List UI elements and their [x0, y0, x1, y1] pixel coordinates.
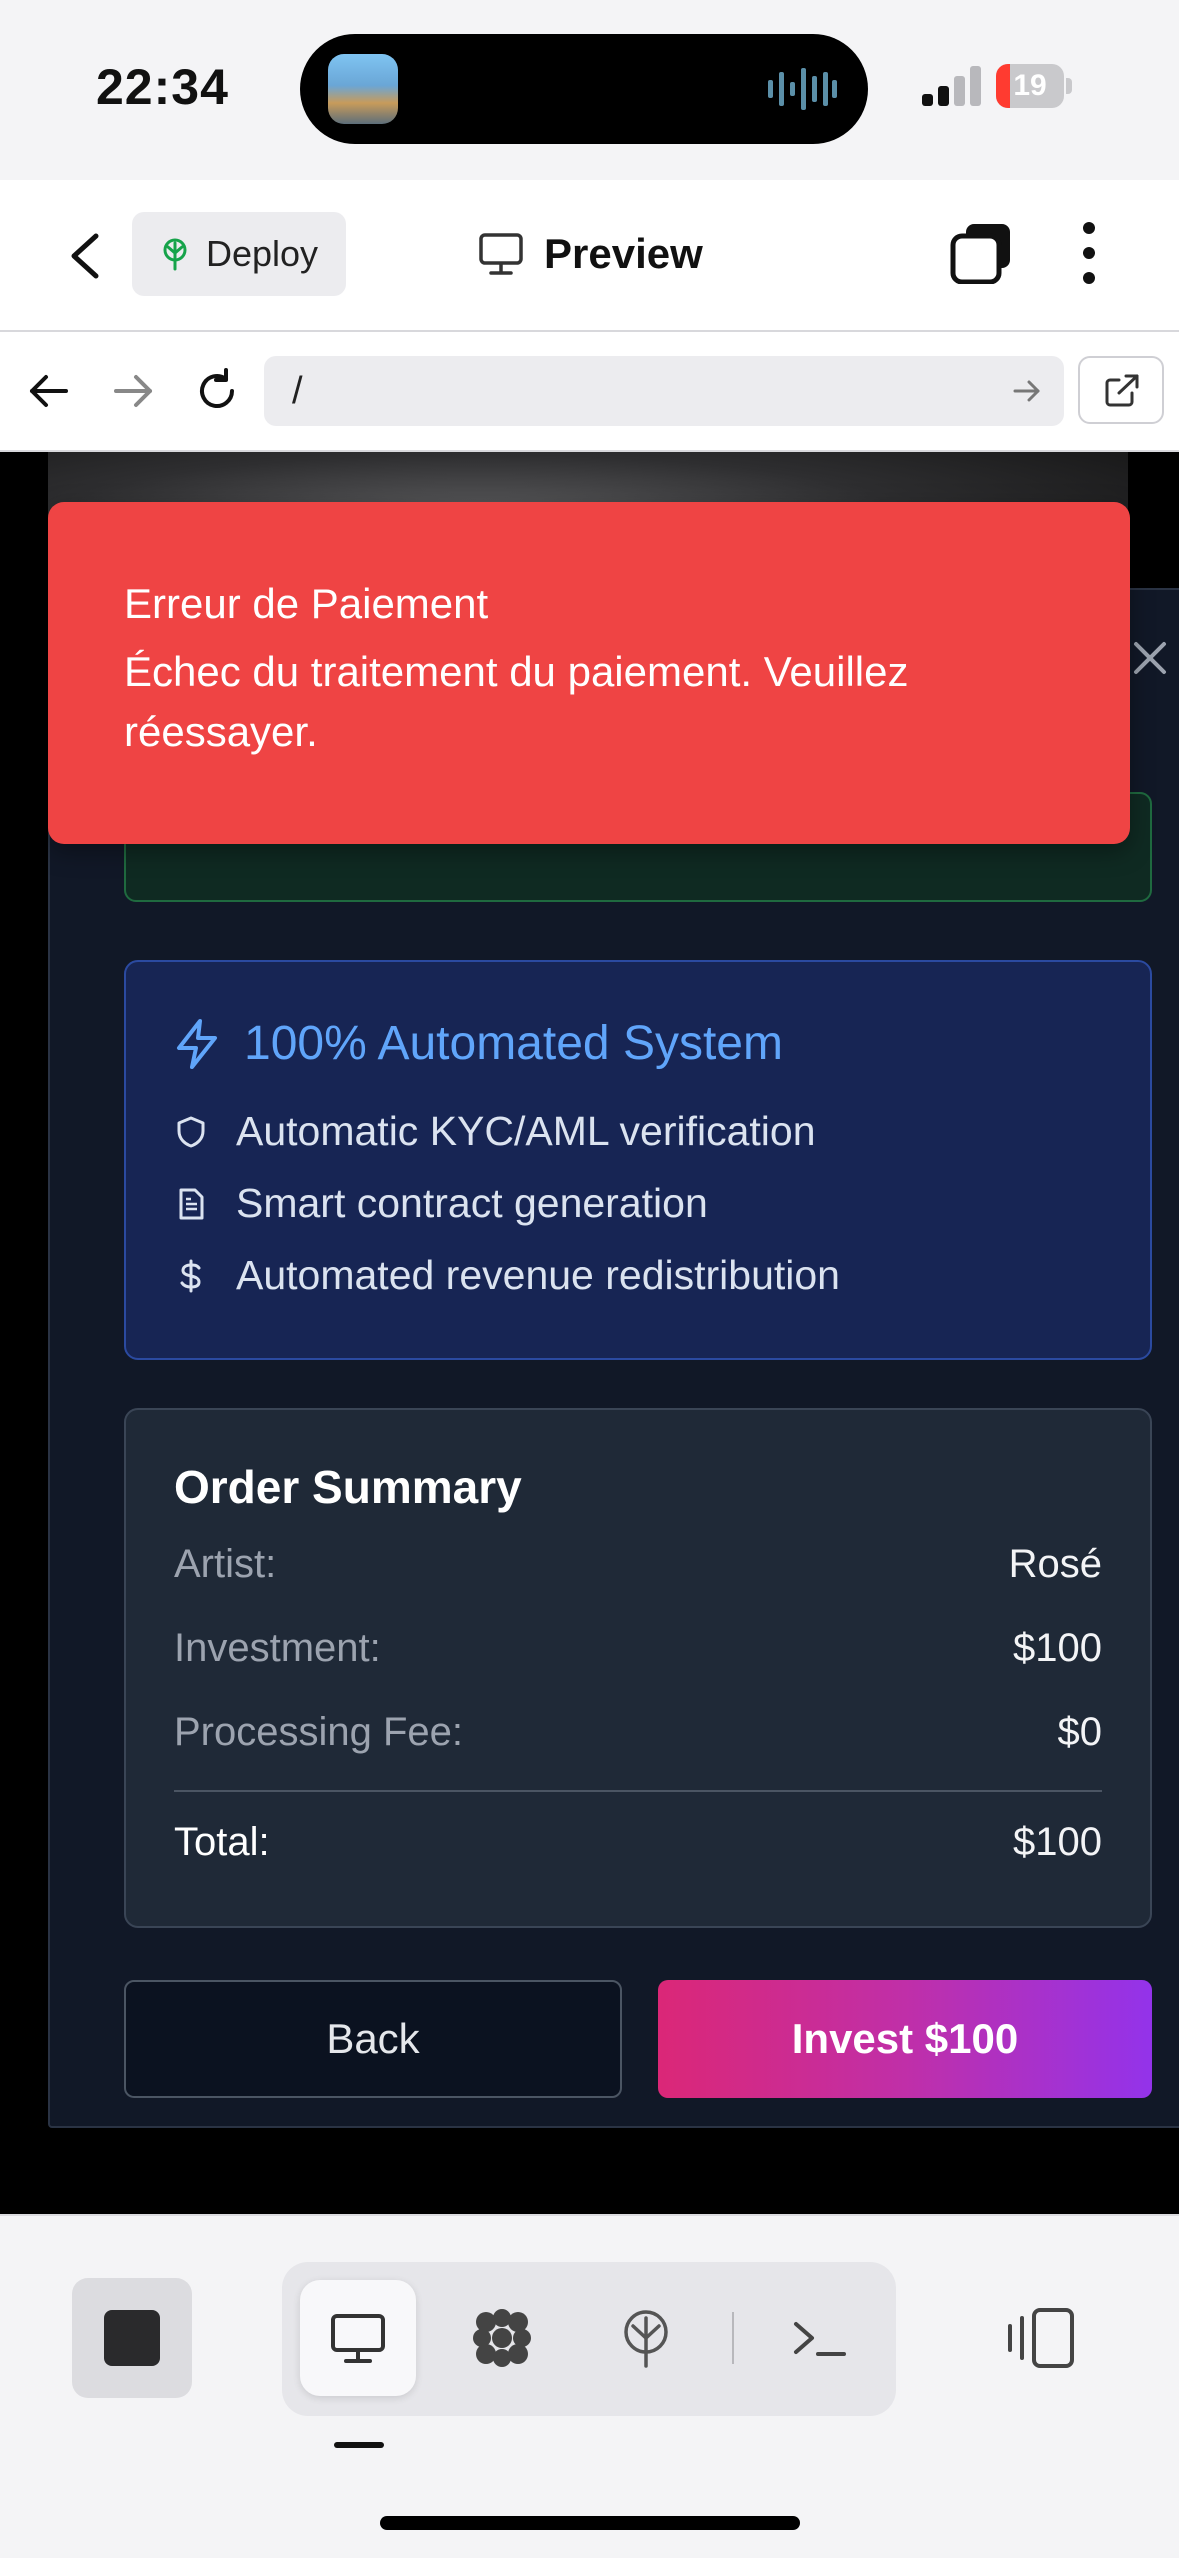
close-icon[interactable]: [1130, 638, 1170, 678]
bottom-toolbar: [0, 2214, 1179, 2558]
agent-blob-icon: [473, 2309, 531, 2367]
external-link-icon: [1105, 374, 1139, 407]
summary-row-fee: Processing Fee: $0: [174, 1710, 1102, 1760]
active-tab-indicator: [334, 2442, 384, 2448]
summary-row-artist: Artist: Rosé: [174, 1542, 1102, 1592]
invest-button[interactable]: Invest $100: [658, 1980, 1152, 2098]
feature-item: Smart contract generation: [176, 1180, 708, 1227]
url-text: /: [292, 370, 303, 412]
deploy-button[interactable]: Deploy: [132, 212, 346, 296]
document-icon: [179, 1188, 204, 1219]
shield-icon: [177, 1116, 205, 1147]
toast-message: Échec du traitement du paiement. Veuille…: [124, 648, 909, 755]
view-switcher: [282, 2262, 896, 2416]
toast-title: Erreur de Paiement: [124, 580, 489, 627]
automation-title-text: 100% Automated System: [244, 1017, 783, 1070]
preview-label: Preview: [544, 230, 703, 277]
deploy-tree-icon: [163, 238, 187, 271]
deploy-label: Deploy: [206, 233, 319, 274]
battery-level: 19: [1013, 69, 1047, 102]
dollar-icon: [180, 1259, 201, 1292]
back-button[interactable]: Back: [124, 1980, 622, 2098]
deploy-tree-icon: [624, 2310, 668, 2368]
home-indicator[interactable]: [380, 2516, 800, 2530]
tab-deploy[interactable]: [588, 2280, 704, 2396]
browser-back-icon[interactable]: [24, 366, 74, 416]
more-vertical-icon[interactable]: [1078, 220, 1100, 286]
stop-button[interactable]: [72, 2278, 192, 2398]
now-playing-app-icon: [328, 54, 398, 124]
tab-agent[interactable]: [444, 2280, 560, 2396]
dynamic-island[interactable]: [300, 34, 868, 144]
browser-forward-icon[interactable]: [108, 366, 158, 416]
feature-label: Automated revenue redistribution: [236, 1252, 840, 1298]
terminal-icon: [794, 2322, 846, 2356]
feature-label: Smart contract generation: [236, 1180, 708, 1226]
summary-label: Processing Fee:: [174, 1710, 464, 1754]
summary-divider: [174, 1790, 1102, 1792]
stop-icon: [104, 2310, 160, 2366]
battery-indicator: 19: [996, 64, 1072, 108]
total-label: Total:: [174, 1820, 270, 1864]
monitor-icon: [331, 2314, 385, 2363]
status-time: 22:34: [96, 59, 229, 115]
open-external-button[interactable]: [1078, 356, 1164, 424]
url-input[interactable]: /: [264, 356, 1064, 426]
segment-separator: [732, 2312, 734, 2364]
preview-tab[interactable]: Preview: [478, 218, 703, 290]
summary-row-investment: Investment: $100: [174, 1626, 1102, 1676]
tab-shell[interactable]: [762, 2280, 878, 2396]
audio-waveform-icon: [768, 68, 837, 110]
feature-label: Automatic KYC/AML verification: [236, 1108, 816, 1154]
url-bar: /: [0, 332, 1179, 452]
automation-panel: 100% Automated System Automatic KYC/AML …: [124, 960, 1152, 1360]
lightning-icon: [177, 1018, 217, 1069]
monitor-icon: [479, 233, 523, 275]
summary-value: $100: [1013, 1626, 1102, 1670]
back-chevron-icon[interactable]: [58, 224, 114, 288]
error-toast[interactable]: Erreur de Paiement Échec du traitement d…: [48, 502, 1130, 844]
app-header: Deploy Preview: [0, 180, 1179, 332]
status-bar: 22:34 19: [0, 0, 1179, 180]
tabs-squares-icon[interactable]: [950, 222, 1012, 284]
go-arrow-icon[interactable]: [1012, 378, 1042, 404]
summary-value: $0: [1057, 1710, 1103, 1754]
summary-value: Rosé: [1008, 1542, 1102, 1586]
order-summary-title: Order Summary: [174, 1461, 522, 1513]
automation-title: 100% Automated System: [174, 1016, 783, 1071]
web-preview: 100% Automated System Automatic KYC/AML …: [0, 452, 1179, 2214]
order-summary-card: Order Summary Artist: Rosé Investment: $…: [124, 1408, 1152, 1928]
sidebar-toggle-icon[interactable]: [1006, 2304, 1078, 2372]
tab-preview[interactable]: [300, 2280, 416, 2396]
cellular-signal-icon: [922, 66, 981, 106]
total-value: $100: [1013, 1820, 1102, 1864]
summary-label: Artist:: [174, 1542, 277, 1586]
feature-item: Automatic KYC/AML verification: [176, 1108, 816, 1155]
summary-label: Investment:: [174, 1626, 381, 1670]
reload-icon[interactable]: [192, 366, 242, 416]
feature-item: Automated revenue redistribution: [176, 1252, 840, 1299]
summary-row-total: Total: $100: [174, 1820, 1102, 1870]
